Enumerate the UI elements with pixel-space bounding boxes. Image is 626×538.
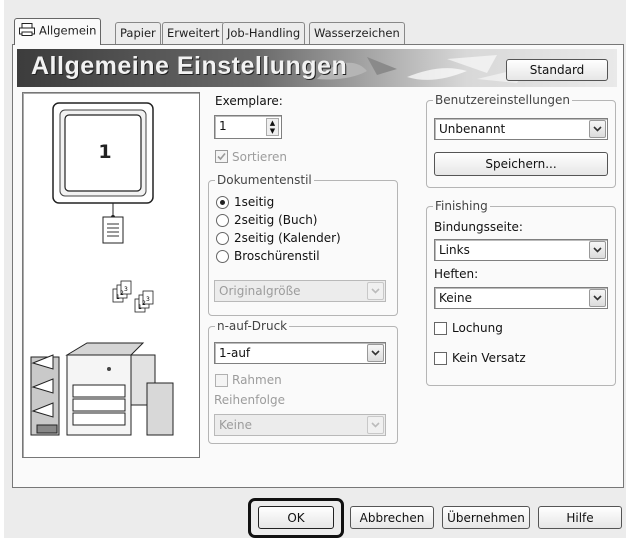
printer-icon bbox=[19, 23, 35, 39]
tab-label: Erweitert bbox=[167, 26, 220, 40]
radio-1seitig[interactable] bbox=[216, 196, 229, 209]
standard-button[interactable]: Standard bbox=[506, 59, 608, 81]
n-up-title: n-auf-Druck bbox=[215, 319, 290, 333]
chevron-down-icon bbox=[367, 282, 384, 300]
radio-label: Broschürenstil bbox=[234, 249, 320, 263]
sort-label: Sortieren bbox=[232, 150, 287, 164]
radio-label: 2seitig (Kalender) bbox=[234, 231, 341, 245]
radio-label: 1seitig bbox=[234, 195, 275, 209]
finishing-title: Finishing bbox=[433, 199, 490, 213]
copies-spinner[interactable]: 1 ▲ ▼ bbox=[214, 115, 282, 139]
tab-job-handling[interactable]: Job-Handling bbox=[222, 22, 306, 44]
tab-label: Allgemein bbox=[39, 23, 97, 38]
binding-value: Links bbox=[439, 243, 470, 257]
frame-checkbox[interactable] bbox=[215, 374, 228, 387]
svg-text:3: 3 bbox=[124, 286, 128, 293]
chevron-down-icon[interactable] bbox=[367, 344, 384, 362]
help-button[interactable]: Hilfe bbox=[538, 506, 622, 529]
preview-page-number: 1 bbox=[98, 141, 112, 163]
tab-erweitert[interactable]: Erweitert bbox=[162, 22, 225, 44]
order-value: Keine bbox=[219, 418, 252, 432]
staple-select[interactable]: Keine bbox=[434, 287, 608, 309]
document-style-title: Dokumentenstil bbox=[215, 173, 314, 187]
n-up-select[interactable]: 1-auf bbox=[214, 342, 386, 364]
tab-wasserzeichen[interactable]: Wasserzeichen bbox=[309, 22, 405, 44]
frame-label: Rahmen bbox=[232, 373, 282, 387]
user-settings-select[interactable]: Unbenannt bbox=[434, 118, 608, 140]
radio-label: 2seitig (Buch) bbox=[234, 213, 318, 227]
save-button[interactable]: Speichern... bbox=[434, 152, 608, 176]
size-value: Originalgröße bbox=[219, 284, 301, 298]
order-label: Reihenfolge bbox=[214, 393, 286, 407]
preview-panel: 1 2 3 1 2 3 1 bbox=[22, 92, 200, 458]
apply-button[interactable]: Übernehmen bbox=[442, 506, 530, 529]
copies-label: Exemplare: bbox=[215, 94, 283, 108]
staple-label: Heften: bbox=[434, 267, 479, 281]
tab-label: Job-Handling bbox=[227, 26, 301, 40]
svg-text:3: 3 bbox=[146, 296, 150, 303]
tab-label: Papier bbox=[120, 26, 156, 40]
spinner-arrows-icon[interactable]: ▲ ▼ bbox=[266, 118, 279, 136]
punch-checkbox[interactable] bbox=[434, 322, 447, 335]
staple-value: Keine bbox=[439, 291, 472, 305]
offset-checkbox[interactable] bbox=[434, 352, 447, 365]
chevron-down-icon[interactable] bbox=[589, 120, 606, 138]
punch-label: Lochung bbox=[452, 321, 503, 335]
binding-label: Bindungsseite: bbox=[434, 220, 523, 234]
user-settings-title: Benutzereinstellungen bbox=[433, 93, 573, 107]
chevron-down-icon[interactable] bbox=[589, 241, 606, 259]
page-title: Allgemeine Einstellungen bbox=[31, 52, 348, 80]
radio-2seitig-kalender[interactable] bbox=[216, 232, 229, 245]
sort-checkbox[interactable] bbox=[215, 150, 228, 163]
ok-button[interactable]: OK bbox=[258, 506, 334, 529]
order-select[interactable]: Keine bbox=[214, 414, 386, 436]
radio-broschuerenstil[interactable] bbox=[216, 250, 229, 263]
tab-allgemein[interactable]: Allgemein bbox=[14, 18, 102, 45]
user-settings-value: Unbenannt bbox=[439, 122, 506, 136]
chevron-down-icon bbox=[367, 416, 384, 434]
binding-select[interactable]: Links bbox=[434, 239, 608, 261]
radio-2seitig-buch[interactable] bbox=[216, 214, 229, 227]
copies-value: 1 bbox=[219, 119, 227, 133]
cancel-button[interactable]: Abbrechen bbox=[350, 506, 434, 529]
chevron-down-icon[interactable] bbox=[589, 289, 606, 307]
offset-label: Kein Versatz bbox=[452, 351, 526, 365]
tab-papier[interactable]: Papier bbox=[115, 22, 161, 44]
tab-label: Wasserzeichen bbox=[314, 26, 400, 40]
size-select[interactable]: Originalgröße bbox=[214, 280, 386, 302]
n-up-value: 1-auf bbox=[219, 346, 251, 360]
check-icon bbox=[217, 152, 226, 161]
